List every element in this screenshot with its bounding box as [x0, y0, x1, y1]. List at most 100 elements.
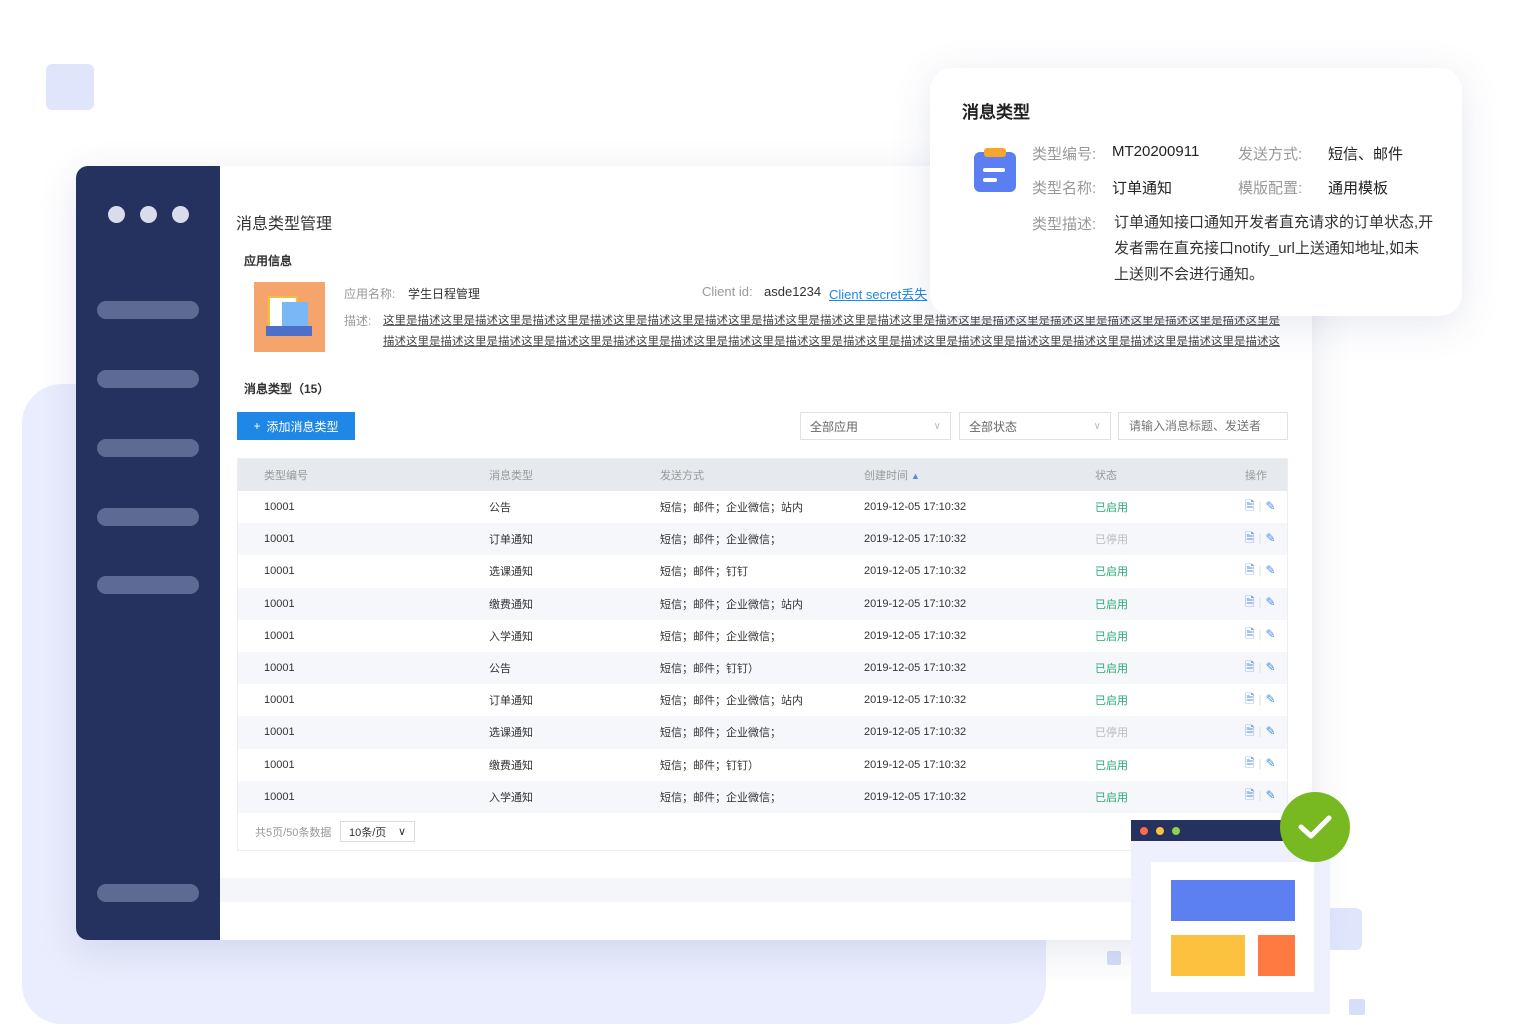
status-badge: 已启用: [1095, 630, 1128, 643]
cell-actions: 🗎 | ✎: [1245, 491, 1287, 523]
doc-icon[interactable]: 🗎: [1245, 692, 1255, 706]
cell-type-name: 订单通知: [489, 534, 533, 547]
search-input[interactable]: [1118, 412, 1288, 440]
cell-actions: 🗎 | ✎: [1245, 555, 1287, 587]
doc-icon[interactable]: 🗎: [1245, 756, 1255, 770]
client-secret-link[interactable]: Client secret丢失: [829, 284, 927, 303]
cell-send-method: 短信；邮件；钉钉）: [660, 663, 759, 676]
app-filter-select[interactable]: 全部应用 ∨: [800, 412, 951, 440]
message-type-table: 类型编号 消息类型 发送方式 创建时间 ▲ 状态 操作 10001 公告 短信；邮件；…: [237, 458, 1288, 851]
cell-type-name: 入学通知: [489, 791, 533, 804]
edit-icon[interactable]: ✎: [1266, 692, 1276, 706]
status-filter-select[interactable]: 全部状态 ∨: [959, 412, 1111, 440]
sidebar-item[interactable]: [97, 576, 199, 594]
window-dot[interactable]: [140, 206, 157, 223]
cell-created-time: 2019-12-05 17:10:32: [864, 758, 967, 771]
send-method-label: 发送方式:: [1238, 146, 1303, 163]
sidebar: [76, 166, 220, 940]
cell-actions: 🗎 | ✎: [1245, 781, 1287, 813]
edit-icon[interactable]: ✎: [1266, 756, 1276, 770]
table-row[interactable]: 10001 入学通知 短信；邮件；企业微信； 2019-12-05 17:10:32 已…: [238, 780, 1287, 813]
doc-icon[interactable]: 🗎: [1245, 531, 1255, 545]
cell-type-id: 10001: [264, 726, 295, 739]
cell-type-name: 选课通知: [489, 566, 533, 579]
cell-type-id: 10001: [264, 694, 295, 707]
table-row[interactable]: 10001 订单通知 短信；邮件；企业微信；站内 2019-12-05 17:10:3…: [238, 684, 1287, 716]
action-divider: |: [1258, 725, 1262, 738]
cell-send-method: 短信；邮件；企业微信；站内: [660, 502, 803, 515]
window-dot[interactable]: [172, 206, 189, 223]
table-row[interactable]: 10001 缴费通知 短信；邮件；企业微信；站内 2019-12-05 17:10:3…: [238, 587, 1287, 620]
doc-icon[interactable]: 🗎: [1245, 788, 1255, 802]
edit-icon[interactable]: ✎: [1266, 499, 1276, 513]
edit-icon[interactable]: ✎: [1266, 627, 1276, 641]
app-filter-value: 全部应用: [810, 419, 859, 434]
header-send-method[interactable]: 发送方式: [660, 459, 864, 491]
status-badge: 已启用: [1095, 598, 1128, 611]
doc-icon[interactable]: 🗎: [1245, 595, 1255, 609]
type-name-label: 类型名称:: [1032, 180, 1097, 197]
cell-created-time: 2019-12-05 17:10:32: [864, 629, 967, 642]
table-row[interactable]: 10001 公告 短信；邮件；钉钉） 2019-12-05 17:10:32 已启用 🗎 |…: [238, 651, 1287, 685]
header-created-time[interactable]: 创建时间 ▲: [864, 459, 1095, 491]
edit-icon[interactable]: ✎: [1266, 660, 1276, 674]
header-status[interactable]: 状态: [1095, 459, 1245, 491]
table-row[interactable]: 10001 缴费通知 短信；邮件；钉钉） 2019-12-05 17:10:32 已启用…: [238, 749, 1287, 781]
cell-send-method: 短信；邮件；企业微信；: [660, 534, 781, 547]
doc-icon[interactable]: 🗎: [1245, 627, 1255, 641]
table-row[interactable]: 10001 选课通知 短信；邮件；企业微信； 2019-12-05 17:10:32 已…: [238, 716, 1287, 749]
mini-block: [1171, 880, 1295, 921]
window-dot[interactable]: [108, 206, 125, 223]
sort-icon[interactable]: ▲: [911, 471, 920, 481]
status-badge: 已启用: [1095, 566, 1128, 579]
table-header-row: 类型编号 消息类型 发送方式 创建时间 ▲ 状态 操作: [238, 459, 1287, 491]
page-size-select[interactable]: 10条/页 ∨: [340, 821, 415, 842]
mini-dot: [1140, 827, 1148, 835]
cell-type-id: 10001: [264, 790, 295, 803]
type-name-value: 订单通知: [1112, 180, 1173, 197]
cell-send-method: 短信；邮件；企业微信；: [660, 727, 781, 740]
edit-icon[interactable]: ✎: [1266, 531, 1276, 545]
mini-canvas: [1151, 862, 1314, 992]
sidebar-item[interactable]: [97, 508, 199, 526]
action-divider: |: [1258, 758, 1262, 771]
table-row[interactable]: 10001 订单通知 短信；邮件；企业微信； 2019-12-05 17:10:32 已…: [238, 523, 1287, 556]
action-divider: |: [1258, 597, 1262, 610]
add-message-type-button[interactable]: + 添加消息类型: [237, 412, 355, 440]
type-code-value: MT20200911: [1112, 143, 1200, 160]
cell-created-time: 2019-12-05 17:10:32: [864, 662, 967, 675]
type-code-label: 类型编号:: [1032, 146, 1097, 163]
decor-square: [1349, 999, 1365, 1015]
table-row[interactable]: 10001 公告 短信；邮件；企业微信；站内 2019-12-05 17:10:32 已…: [238, 491, 1287, 523]
doc-icon[interactable]: 🗎: [1245, 660, 1255, 674]
cell-actions: 🗎 | ✎: [1245, 588, 1287, 620]
header-type-name[interactable]: 消息类型: [489, 459, 660, 491]
cell-type-id: 10001: [264, 565, 295, 578]
sidebar-item[interactable]: [97, 370, 199, 388]
type-desc-label: 类型描述:: [1032, 216, 1097, 233]
table-row[interactable]: 10001 入学通知 短信；邮件；企业微信； 2019-12-05 17:10:32 已…: [238, 620, 1287, 652]
page-title: 消息类型管理: [236, 216, 333, 233]
edit-icon[interactable]: ✎: [1266, 563, 1276, 577]
sidebar-item[interactable]: [97, 439, 199, 457]
doc-icon[interactable]: 🗎: [1245, 499, 1255, 513]
cell-actions: 🗎 | ✎: [1245, 749, 1287, 781]
cell-created-time: 2019-12-05 17:10:32: [864, 726, 967, 739]
status-badge: 已启用: [1095, 502, 1128, 515]
cell-actions: 🗎 | ✎: [1245, 652, 1287, 684]
status-badge: 已启用: [1095, 695, 1128, 708]
sidebar-item[interactable]: [97, 884, 199, 902]
app-name-label: 应用名称:: [344, 287, 396, 301]
doc-icon[interactable]: 🗎: [1245, 563, 1255, 577]
edit-icon[interactable]: ✎: [1266, 595, 1276, 609]
edit-icon[interactable]: ✎: [1266, 788, 1276, 802]
mini-block: [1258, 935, 1295, 976]
doc-icon[interactable]: 🗎: [1245, 724, 1255, 738]
edit-icon[interactable]: ✎: [1266, 724, 1276, 738]
status-badge: 已启用: [1095, 759, 1128, 772]
table-row[interactable]: 10001 选课通知 短信；邮件；钉钉 2019-12-05 17:10:32 已启用 🗎…: [238, 555, 1287, 587]
header-type-id[interactable]: 类型编号: [264, 459, 489, 491]
app-name-value: 学生日程管理: [408, 287, 481, 301]
action-divider: |: [1258, 500, 1262, 513]
sidebar-item[interactable]: [97, 301, 199, 319]
